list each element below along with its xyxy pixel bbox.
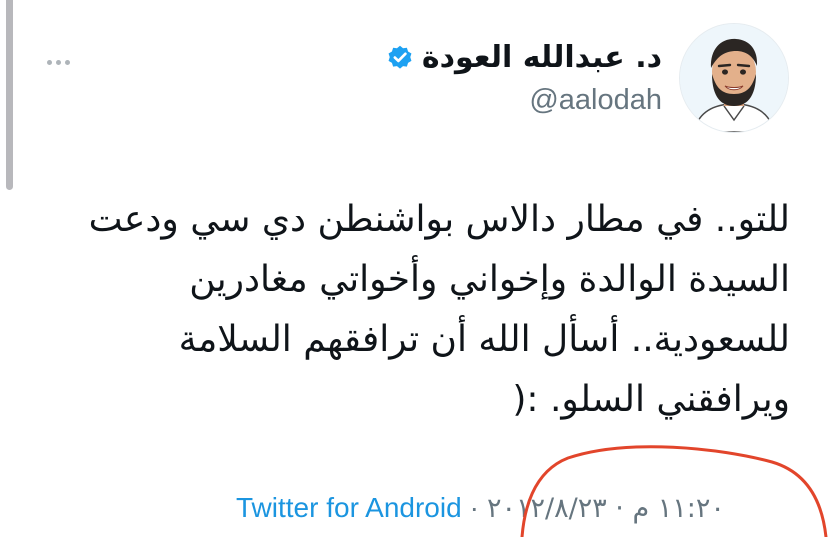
more-options-button[interactable] (40, 52, 76, 72)
tweet-text-line: للسعودية.. أسأل الله أن ترافقهم السلامة (178, 319, 790, 360)
user-handle[interactable]: @aalodah (529, 84, 662, 117)
tweet-footer: Twitter for Android · ١١:٢٠ م · ٢٠١٢/٨/٢… (236, 488, 725, 528)
tweet-text-line: ويرافقني السلو. :( (512, 379, 790, 420)
avatar-cartoon-icon (680, 24, 788, 132)
tweet-text: للتو.. في مطار دالاس بواشنطن دي سي ودعت … (10, 190, 790, 430)
verified-badge-icon (388, 45, 412, 69)
tweet-text-line: للتو.. في مطار دالاس بواشنطن دي سي ودعت (88, 199, 790, 240)
avatar[interactable] (680, 24, 788, 132)
tweet-text-line: السيدة الوالدة وإخواني وأخواتي مغادرين (189, 259, 790, 300)
display-name[interactable]: د. عبدالله العودة (386, 40, 662, 75)
source-link[interactable]: Twitter for Android (236, 492, 462, 524)
tweet-timestamp[interactable]: ١١:٢٠ م · ٢٠١٢/٨/٢٣ (487, 493, 725, 524)
scrollbar[interactable] (6, 0, 13, 190)
display-name-text: د. عبدالله العودة (421, 40, 662, 75)
more-dot (64, 59, 70, 65)
more-dot (55, 59, 61, 65)
footer-separator: · (469, 492, 479, 523)
more-dot (46, 59, 52, 65)
